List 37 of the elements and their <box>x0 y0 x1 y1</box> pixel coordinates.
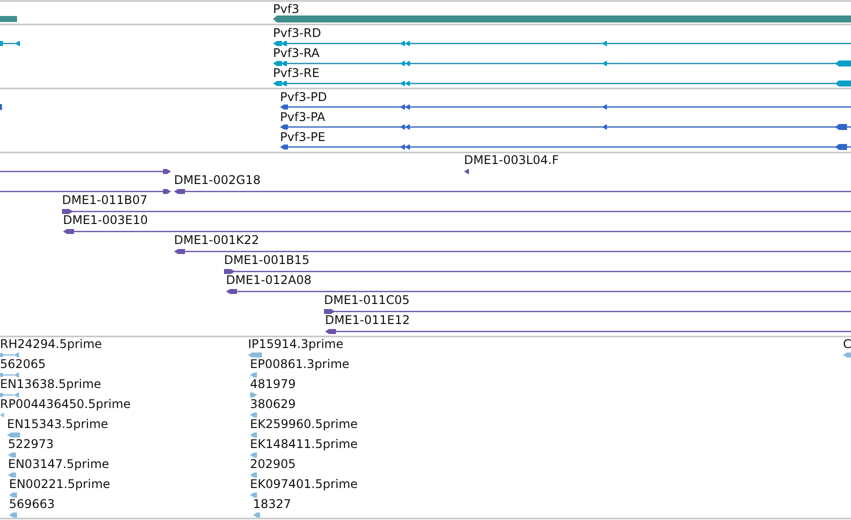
transcript-label: Pvf3-RD <box>273 26 322 40</box>
transcript-glyph <box>0 41 20 46</box>
clone-label: DME1-001K22 <box>174 233 260 247</box>
clone-label: DME1-003E10 <box>63 213 148 227</box>
est-label: IP15914.3prime <box>248 337 344 351</box>
est-label: 481979 <box>250 377 296 391</box>
est-label: EN00221.5prime <box>9 477 110 491</box>
transcript-label: Pvf3-RE <box>273 66 320 80</box>
clone-label: DME1-011B07 <box>62 193 148 207</box>
clone-label: DME1-011C05 <box>324 293 410 307</box>
est-label: EK097401.5prime <box>250 477 358 491</box>
transcript-label: Pvf3-RA <box>273 46 320 60</box>
protein-label: Pvf3-PE <box>280 130 326 144</box>
gene-bar <box>0 16 17 22</box>
protein-label: Pvf3-PA <box>280 110 326 124</box>
est-label: C <box>843 337 851 351</box>
gene-label: Pvf3 <box>273 2 300 16</box>
est-label: EN13638.5prime <box>0 377 102 391</box>
est-label: 562065 <box>0 357 46 371</box>
clone-label: DME1-012A08 <box>226 273 312 287</box>
est-label: 202905 <box>250 457 296 471</box>
est-label: RP004436450.5prime <box>0 397 131 411</box>
clone-label: DME1-011E12 <box>325 313 410 327</box>
est-label: 18327 <box>253 497 292 511</box>
est-label: EN15343.5prime <box>7 417 108 431</box>
clone-label: DME1-002G18 <box>174 173 261 187</box>
clone-label: DME1-001B15 <box>224 253 310 267</box>
est-label: 522973 <box>8 437 54 451</box>
est-label: EK148411.5prime <box>250 437 358 451</box>
est-label: 380629 <box>250 397 296 411</box>
est-label: RH24294.5prime <box>0 337 102 351</box>
est-label: 569663 <box>9 497 55 511</box>
est-label: EK259960.5prime <box>250 417 358 431</box>
clone-label: DME1-003L04.F <box>464 153 559 167</box>
est-label: EN03147.5prime <box>8 457 110 471</box>
protein-label: Pvf3-PD <box>280 90 328 104</box>
est-label: EP00861.3prime <box>250 357 350 371</box>
